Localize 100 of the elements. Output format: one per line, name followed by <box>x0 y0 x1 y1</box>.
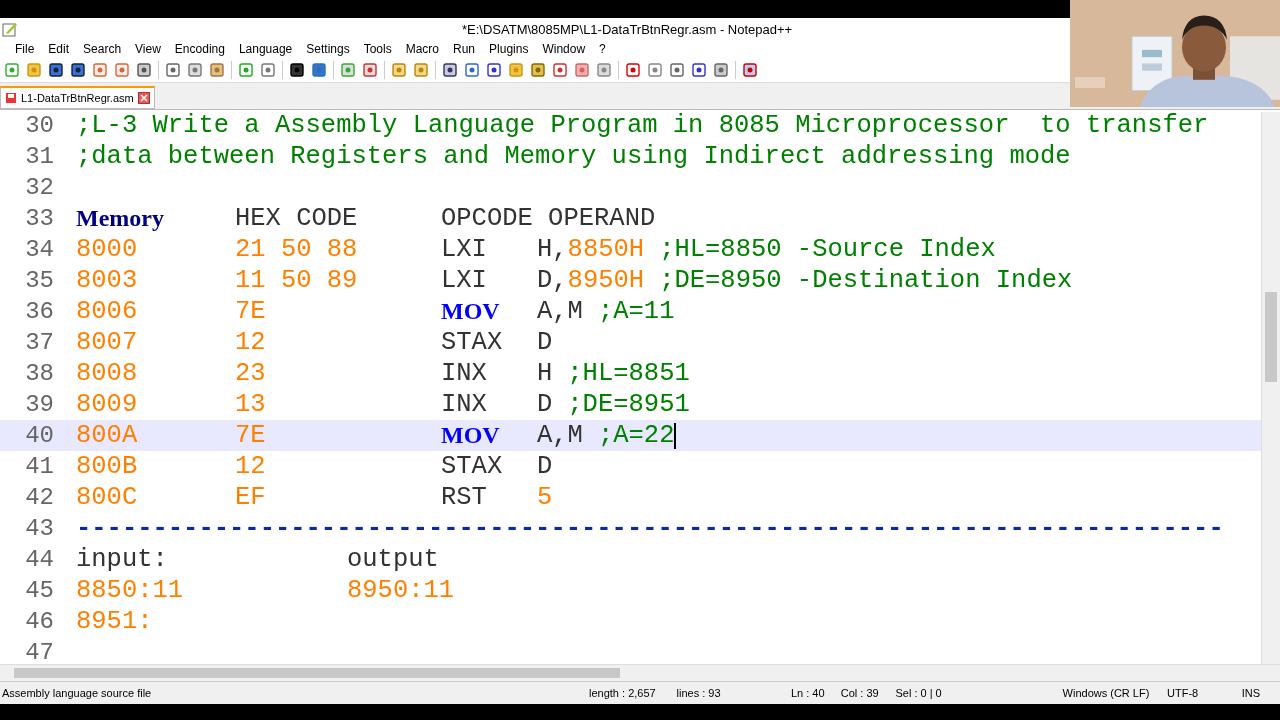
file-length: length : 2,657 <box>589 687 657 699</box>
opcode: STAX <box>441 452 504 481</box>
hex-code: 7E <box>235 297 267 326</box>
encoding: UTF-8 <box>1167 687 1200 699</box>
dashed-separator: --------------------------------------------------------------------------- <box>76 514 1224 543</box>
operand: D <box>537 328 553 357</box>
menu-item[interactable]: View <box>128 42 168 56</box>
menu-item[interactable]: Tools <box>356 42 399 56</box>
line-number: 41 <box>24 453 55 480</box>
memory-value: 8951: <box>76 607 154 636</box>
line-number: 34 <box>24 236 55 263</box>
menu-item[interactable]: Language <box>231 42 300 56</box>
hex-code: 7E <box>235 421 267 450</box>
opcode: MOV <box>441 298 501 325</box>
opcode: MOV <box>441 422 501 449</box>
memory-address: 8008 <box>76 359 139 388</box>
code-comment: ;A=22 <box>597 421 675 450</box>
memory-address: 8007 <box>76 328 139 357</box>
line-number: 44 <box>24 546 55 573</box>
opcode: INX <box>441 390 488 419</box>
memory-address: 8000 <box>76 235 139 264</box>
memory-value: 8850:11 <box>76 576 185 605</box>
line-number: 31 <box>24 143 55 170</box>
column-header: OPCODE OPERAND <box>441 204 656 233</box>
hex-code: 12 <box>235 452 267 481</box>
opcode: LXI <box>441 266 488 295</box>
hex-code: 12 <box>235 328 267 357</box>
memory-address: 800B <box>76 452 139 481</box>
line-number: 33 <box>24 205 55 232</box>
line-number: 45 <box>24 577 55 604</box>
menu-item[interactable]: Search <box>76 42 129 56</box>
line-number: 35 <box>24 267 55 294</box>
cursor-line: Ln : 40 <box>790 687 826 699</box>
code-comment: ;A=11 <box>597 297 675 326</box>
operand: D, <box>537 266 568 295</box>
menu-item[interactable]: Run <box>446 42 483 56</box>
operand-value: 5 <box>537 483 553 512</box>
line-number: 32 <box>24 174 55 201</box>
close-icon[interactable] <box>137 92 150 104</box>
record-icon[interactable] <box>625 62 641 78</box>
file-icon <box>5 92 17 104</box>
menu-item[interactable]: Edit <box>41 42 77 56</box>
horizontal-scrollbar[interactable] <box>0 664 1280 681</box>
memory-value: output <box>347 545 439 574</box>
menu-item[interactable]: ? <box>592 42 613 56</box>
line-number: 37 <box>24 329 55 356</box>
operand-value: 8850H <box>567 235 645 264</box>
window-title: *E:\DSATM\8085MP\L1-DataTrBtnRegr.asm - Notepad++ <box>462 21 793 37</box>
opcode: LXI <box>441 235 488 264</box>
menu-item[interactable]: Settings <box>299 42 357 56</box>
line-number: 38 <box>24 360 55 387</box>
memory-value: 8950:11 <box>347 576 455 605</box>
code-comment: ;DE=8950 -Destination Index <box>659 266 1073 295</box>
line-count: lines : 93 <box>676 687 722 699</box>
line-ending: Windows (CR LF) <box>1062 687 1151 699</box>
hex-code: 21 50 88 <box>235 235 359 264</box>
file-type: Assembly language source file <box>1 687 153 699</box>
opcode: RST <box>441 483 488 512</box>
code-comment: ;L-3 Write a Assembly Language Program in 8085 Microprocessor to transfer <box>76 111 1209 140</box>
memory-address: 800A <box>76 421 139 450</box>
line-number: 47 <box>24 639 55 664</box>
menu-item[interactable]: Macro <box>398 42 446 56</box>
hex-code: 13 <box>235 390 267 419</box>
memory-value: input: <box>76 545 169 574</box>
column-header: Memory <box>76 205 165 232</box>
menu-item[interactable]: Encoding <box>167 42 232 56</box>
memory-address: 800C <box>76 483 139 512</box>
operand: D <box>537 452 553 481</box>
line-number: 42 <box>24 484 55 511</box>
line-number: 36 <box>24 298 55 325</box>
column-header: HEX CODE <box>235 204 359 233</box>
code-comment: ;data between Registers and Memory using Indirect addressing mode <box>76 142 1071 171</box>
code-comment: ;DE=8951 <box>567 390 690 419</box>
vertical-scrollbar[interactable] <box>1261 112 1280 664</box>
line-number: 46 <box>24 608 55 635</box>
code-comment: ;HL=8851 <box>567 359 690 388</box>
memory-address: 8003 <box>76 266 139 295</box>
operand: A,M <box>537 421 583 450</box>
memory-address: 8009 <box>76 390 139 419</box>
code-comment: ;HL=8850 -Source Index <box>659 235 996 264</box>
line-number: 30 <box>24 112 55 139</box>
opcode: STAX <box>441 328 504 357</box>
hex-code: EF <box>235 483 267 512</box>
line-number: 40 <box>24 422 55 449</box>
insert-mode: INS <box>1241 687 1260 699</box>
file-tab[interactable]: L1-DataTrBtnRegr.asm <box>0 86 155 109</box>
selection-info: Sel : 0 | 0 <box>895 687 943 699</box>
operand: H, <box>537 235 568 264</box>
line-number: 43 <box>24 515 55 542</box>
memory-address: 8006 <box>76 297 139 326</box>
menu-item[interactable]: File <box>8 42 42 56</box>
menu-item[interactable]: Window <box>535 42 593 56</box>
hex-code: 23 <box>235 359 267 388</box>
opcode: INX <box>441 359 488 388</box>
operand: A,M <box>537 297 583 326</box>
menu-item[interactable]: Plugins <box>482 42 536 56</box>
cursor-column: Col : 39 <box>840 687 896 699</box>
operand: H <box>537 359 553 388</box>
line-number: 39 <box>24 391 55 418</box>
operand-value: 8950H <box>567 266 645 295</box>
